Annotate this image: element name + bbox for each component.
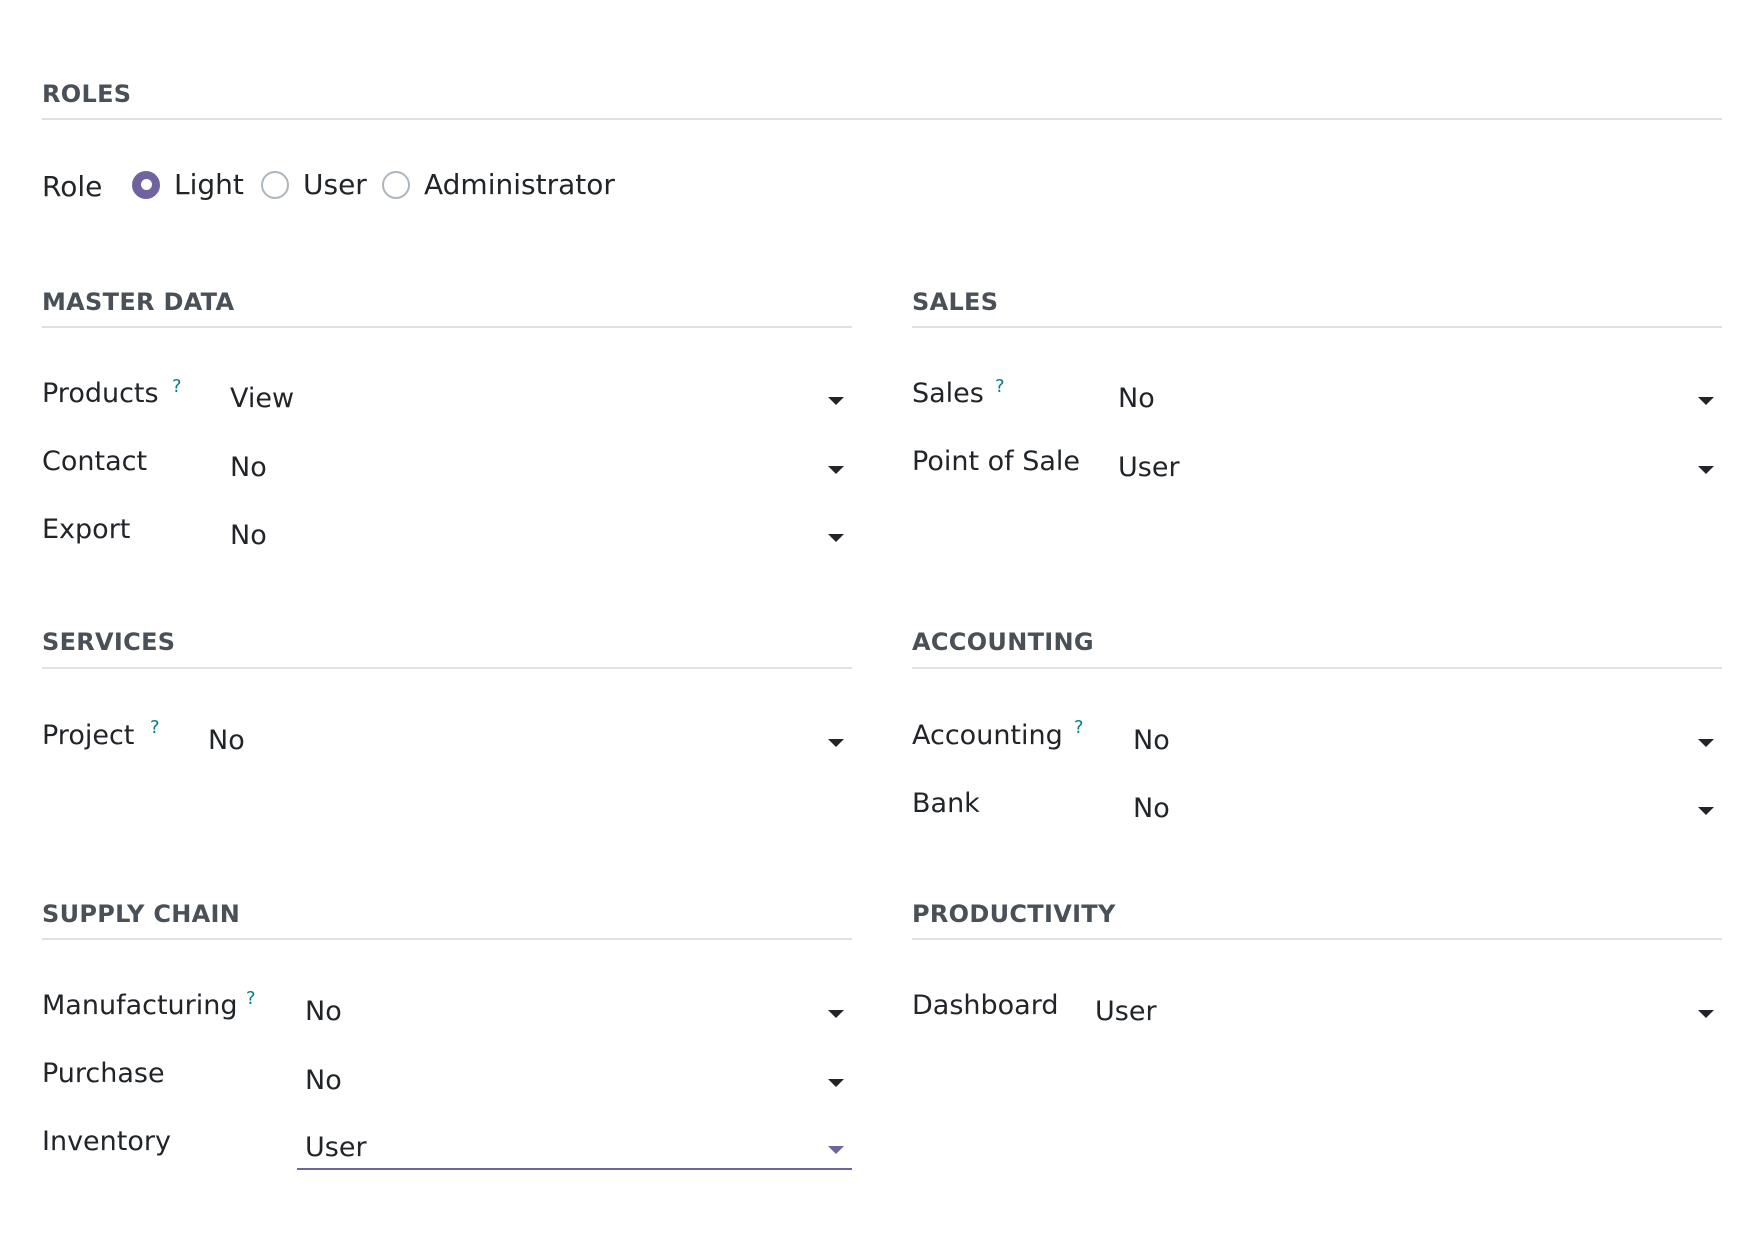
role-radio-light[interactable]: Light: [132, 168, 244, 201]
select-dashboard-value: User: [1095, 995, 1157, 1027]
field-label-purchase: Purchase: [42, 1058, 165, 1089]
role-radio-user-label: User: [303, 168, 367, 201]
radio-unchecked-icon[interactable]: [261, 170, 289, 199]
field-label-dashboard: Dashboard: [912, 990, 1059, 1021]
help-tooltip-icon[interactable]: ?: [246, 988, 256, 1009]
section-divider-services: [42, 667, 852, 669]
select-accounting[interactable]: No: [1133, 718, 1722, 762]
select-inventory-value: User: [305, 1131, 367, 1163]
section-title-accounting: ACCOUNTING: [912, 628, 1094, 656]
select-export[interactable]: No: [230, 513, 852, 557]
select-purchase-value: No: [305, 1064, 342, 1096]
caret-down-icon: [828, 466, 844, 474]
caret-down-icon: [828, 1079, 844, 1087]
role-radio-user[interactable]: User: [261, 168, 367, 201]
help-tooltip-icon[interactable]: ?: [995, 376, 1005, 397]
select-contact[interactable]: No: [230, 445, 852, 489]
select-products-value: View: [230, 382, 295, 414]
section-divider-sales: [912, 326, 1722, 328]
role-label: Role: [42, 170, 103, 203]
field-label-products: Products: [42, 378, 159, 409]
caret-down-icon: [1698, 397, 1714, 405]
help-tooltip-icon[interactable]: ?: [1074, 717, 1084, 738]
section-title-sales: SALES: [912, 288, 999, 316]
field-label-export: Export: [42, 514, 131, 545]
role-radio-light-label: Light: [174, 168, 244, 201]
select-inventory[interactable]: User: [297, 1126, 852, 1170]
field-label-accounting: Accounting: [912, 720, 1063, 751]
caret-down-icon: [1698, 739, 1714, 747]
help-tooltip-icon[interactable]: ?: [150, 717, 160, 738]
section-title-roles: ROLES: [42, 80, 132, 108]
select-dashboard[interactable]: User: [1095, 989, 1722, 1033]
select-project[interactable]: No: [208, 718, 852, 762]
select-manufacturing-value: No: [305, 995, 342, 1027]
caret-down-icon: [828, 534, 844, 542]
field-label-inventory: Inventory: [42, 1126, 171, 1157]
select-export-value: No: [230, 519, 267, 551]
caret-down-icon: [828, 397, 844, 405]
section-divider-accounting: [912, 667, 1722, 669]
field-label-contact: Contact: [42, 446, 148, 477]
section-divider-master-data: [42, 326, 852, 328]
role-radio-administrator[interactable]: Administrator: [382, 168, 615, 201]
select-point-of-sale-value: User: [1118, 451, 1180, 483]
caret-down-icon: [1698, 807, 1714, 815]
caret-down-icon: [1698, 466, 1714, 474]
select-bank-value: No: [1133, 792, 1170, 824]
field-label-point-of-sale: Point of Sale: [912, 446, 1081, 477]
select-contact-value: No: [230, 451, 267, 483]
role-radio-administrator-label: Administrator: [424, 168, 615, 201]
section-title-supply-chain: SUPPLY CHAIN: [42, 900, 241, 928]
caret-down-icon: [828, 739, 844, 747]
field-label-sales: Sales: [912, 378, 984, 409]
user-access-rights-form: ROLES Role Light User Administrator MAST…: [0, 0, 1760, 1240]
field-label-bank: Bank: [912, 788, 980, 819]
caret-down-icon: [1698, 1010, 1714, 1018]
section-title-productivity: PRODUCTIVITY: [912, 900, 1116, 928]
section-divider-roles: [42, 118, 1722, 120]
radio-unchecked-icon[interactable]: [382, 170, 410, 199]
select-point-of-sale[interactable]: User: [1118, 445, 1722, 489]
section-divider-supply-chain: [42, 938, 852, 940]
caret-down-icon: [828, 1146, 844, 1154]
select-purchase[interactable]: No: [305, 1058, 852, 1102]
select-sales-value: No: [1118, 382, 1155, 414]
field-label-project: Project: [42, 720, 135, 751]
select-sales[interactable]: No: [1118, 376, 1722, 420]
section-divider-productivity: [912, 938, 1722, 940]
select-project-value: No: [208, 724, 245, 756]
select-accounting-value: No: [1133, 724, 1170, 756]
caret-down-icon: [828, 1010, 844, 1018]
section-title-master-data: MASTER DATA: [42, 288, 235, 316]
help-tooltip-icon[interactable]: ?: [172, 376, 182, 397]
field-label-manufacturing: Manufacturing: [42, 990, 238, 1021]
radio-checked-icon[interactable]: [132, 170, 160, 199]
section-title-services: SERVICES: [42, 628, 176, 656]
select-bank[interactable]: No: [1133, 786, 1722, 830]
select-products[interactable]: View: [230, 376, 852, 420]
select-manufacturing[interactable]: No: [305, 989, 852, 1033]
